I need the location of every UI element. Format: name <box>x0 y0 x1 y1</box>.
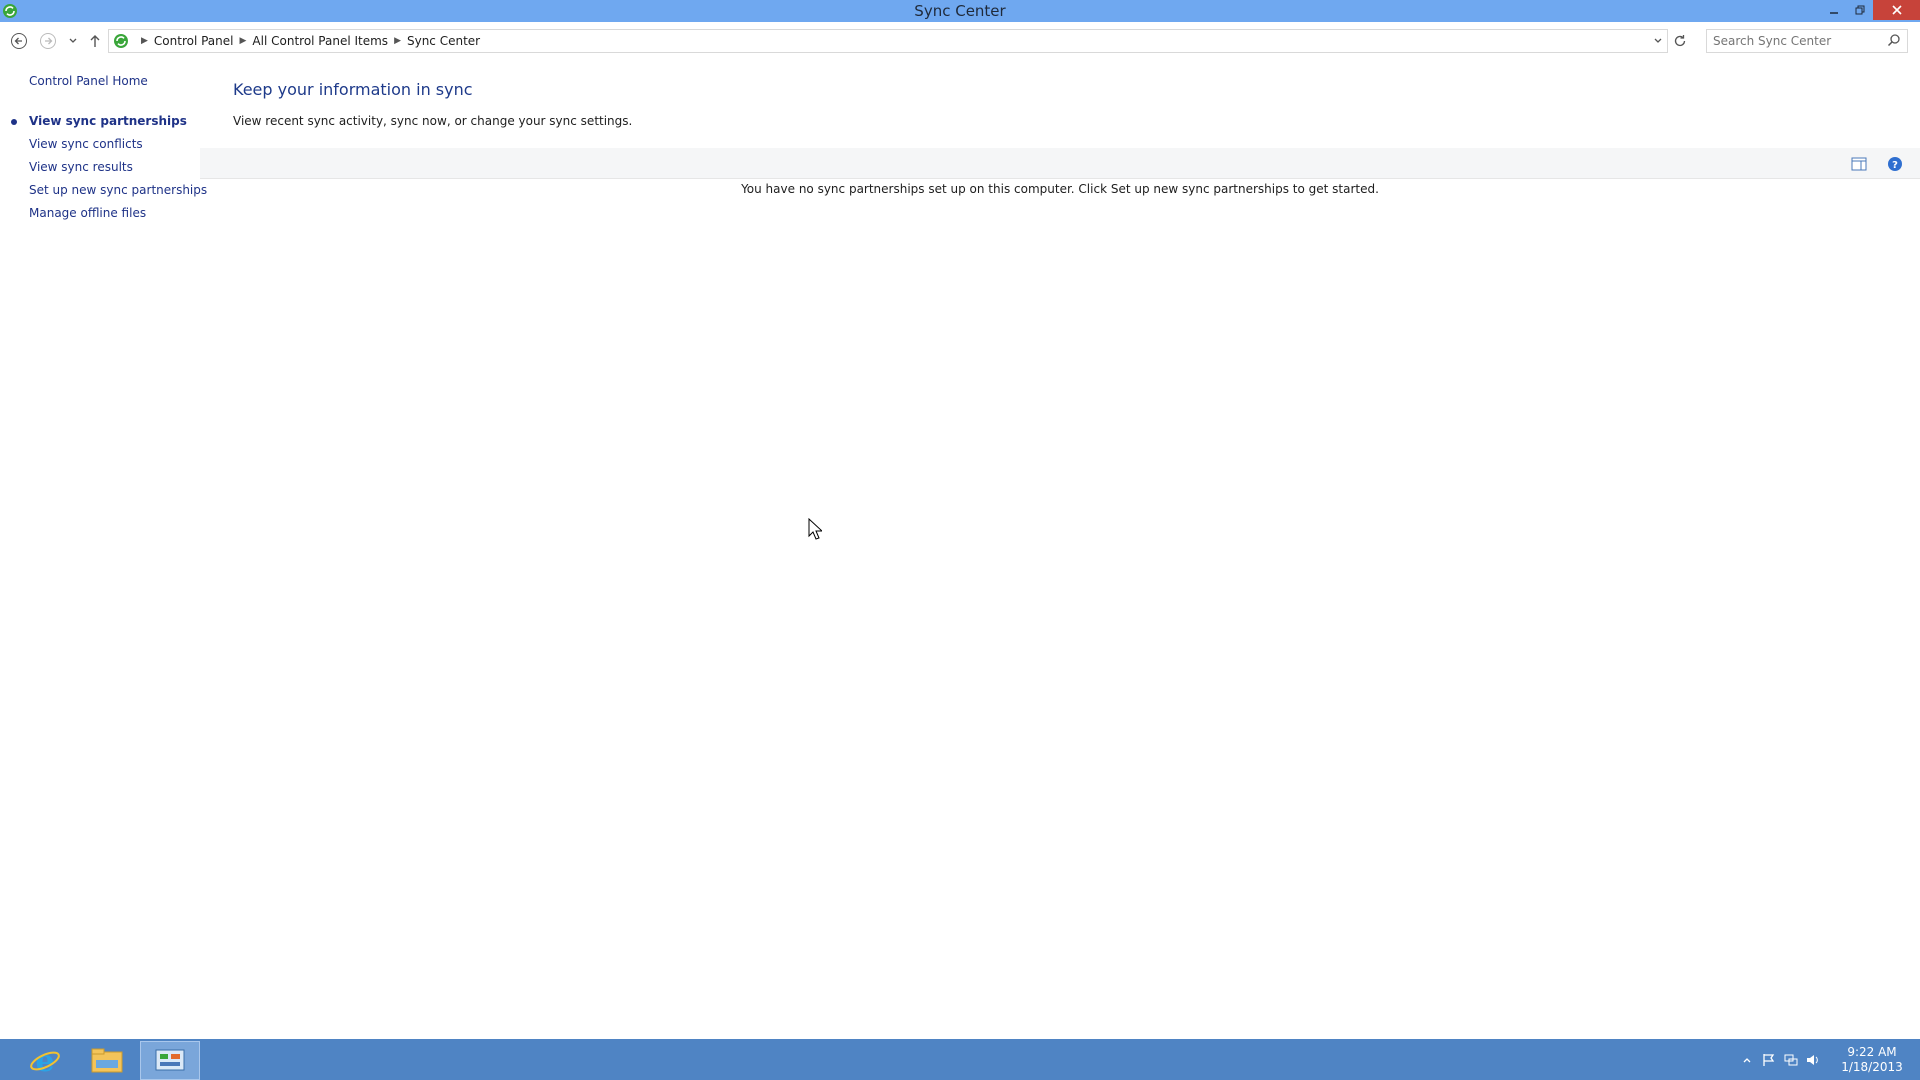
help-icon: ? <box>1888 157 1902 171</box>
refresh-icon <box>1674 35 1686 47</box>
control-panel-icon <box>155 1049 185 1070</box>
help-button[interactable]: ? <box>1886 155 1904 173</box>
forward-button[interactable] <box>37 30 59 52</box>
minimize-icon <box>1830 12 1838 14</box>
empty-state-message: You have no sync partnerships set up on … <box>741 182 1379 196</box>
navigation-bar: ▶ Control Panel ▶ All Control Panel Item… <box>0 26 1920 56</box>
taskbar-internet-explorer[interactable]: e <box>16 1041 74 1078</box>
control-panel-home-link[interactable]: Control Panel Home <box>29 74 148 88</box>
page-description: View recent sync activity, sync now, or … <box>233 114 633 128</box>
clock[interactable]: 9:22 AM 1/18/2013 <box>1824 1045 1920 1075</box>
up-arrow-icon <box>90 35 100 47</box>
network-icon <box>1784 1054 1798 1065</box>
clock-time: 9:22 AM <box>1847 1044 1897 1059</box>
search-input[interactable] <box>1707 33 1885 49</box>
clock-date: 1/18/2013 <box>1841 1059 1903 1074</box>
task-view-sync-partnerships[interactable]: View sync partnerships <box>10 110 207 133</box>
system-tray: 9:22 AM 1/18/2013 <box>1736 1039 1920 1080</box>
taskbar-control-panel[interactable] <box>140 1041 200 1080</box>
close-button[interactable] <box>1873 0 1920 20</box>
restore-button[interactable] <box>1847 0 1873 20</box>
address-dropdown-button[interactable] <box>1649 30 1667 52</box>
svg-text:?: ? <box>1892 160 1898 171</box>
internet-explorer-icon: e <box>30 1044 60 1076</box>
taskbar: e 9:22 AM 1/18/2013 <box>0 1039 1920 1080</box>
speaker-icon <box>1807 1054 1818 1065</box>
control-panel-location-icon <box>114 34 128 48</box>
refresh-button[interactable] <box>1668 29 1692 53</box>
network-button[interactable] <box>1780 1053 1802 1067</box>
taskbar-file-explorer[interactable] <box>78 1041 136 1078</box>
show-hidden-icons-button[interactable] <box>1736 1055 1758 1065</box>
task-view-sync-conflicts[interactable]: View sync conflicts <box>29 133 207 156</box>
breadcrumb-all-items[interactable]: All Control Panel Items <box>252 34 388 48</box>
task-view-sync-results[interactable]: View sync results <box>29 156 207 179</box>
chevron-down-icon <box>69 38 77 43</box>
up-button[interactable] <box>84 30 106 52</box>
breadcrumb-separator[interactable]: ▶ <box>240 36 247 46</box>
file-explorer-icon <box>91 1048 123 1072</box>
change-view-button[interactable] <box>1850 155 1868 173</box>
task-list: View sync partnerships View sync conflic… <box>10 110 207 225</box>
breadcrumb-separator[interactable]: ▶ <box>141 36 148 46</box>
address-bar[interactable]: ▶ Control Panel ▶ All Control Panel Item… <box>108 29 1668 53</box>
window-title: Sync Center <box>914 2 1006 20</box>
volume-button[interactable] <box>1802 1053 1824 1067</box>
page-title: Keep your information in sync <box>233 80 473 99</box>
title-bar: Sync Center <box>0 0 1920 22</box>
action-center-button[interactable] <box>1758 1053 1780 1067</box>
command-toolbar: ? <box>200 148 1920 179</box>
search-icon[interactable] <box>1887 33 1901 47</box>
details-pane-icon <box>1851 157 1867 171</box>
close-icon <box>1891 5 1902 15</box>
breadcrumb-control-panel[interactable]: Control Panel <box>154 34 234 48</box>
breadcrumb-sync-center[interactable]: Sync Center <box>407 34 480 48</box>
chevron-down-icon <box>1654 38 1662 43</box>
breadcrumb-separator[interactable]: ▶ <box>394 36 401 46</box>
flag-icon <box>1763 1053 1775 1066</box>
mouse-cursor-icon <box>808 518 822 540</box>
recent-locations-button[interactable] <box>62 30 84 52</box>
window-controls <box>1821 0 1920 22</box>
task-manage-offline-files[interactable]: Manage offline files <box>29 202 207 225</box>
back-button[interactable] <box>8 30 30 52</box>
search-box[interactable] <box>1706 29 1908 53</box>
back-arrow-icon <box>11 33 27 49</box>
svg-text:e: e <box>35 1044 54 1076</box>
task-set-up-sync-partnerships[interactable]: Set up new sync partnerships <box>29 179 207 202</box>
sync-center-icon[interactable] <box>2 3 18 19</box>
forward-arrow-icon <box>40 33 56 49</box>
chevron-up-icon <box>1743 1057 1751 1062</box>
minimize-button[interactable] <box>1821 0 1847 20</box>
restore-icon <box>1855 5 1865 15</box>
